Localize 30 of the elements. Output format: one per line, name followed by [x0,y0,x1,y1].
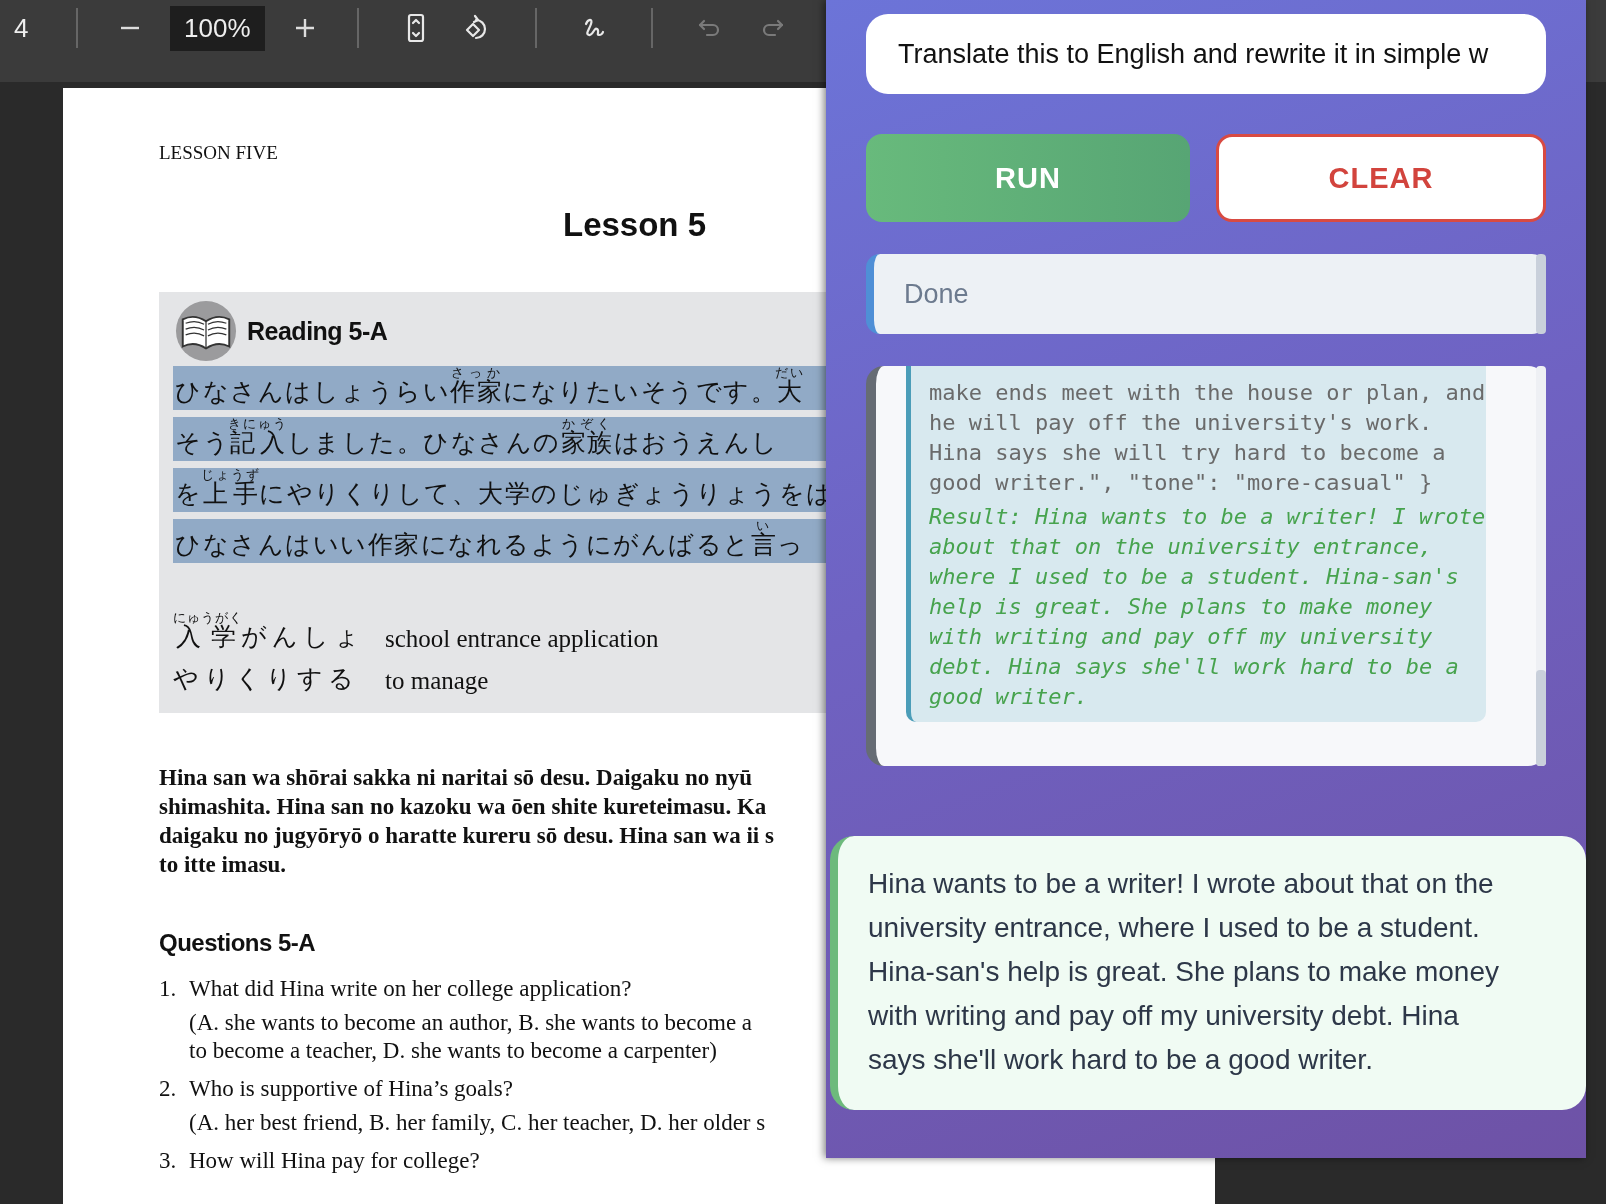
question-number: 2. [159,1075,178,1103]
answer-options-line: (A. her best friend, B. her family, C. her teacher, D. her older s [189,1109,766,1137]
running-head: LESSON FIVE [159,142,278,164]
questions-title: Questions 5-A [159,929,316,957]
question-text: What did Hina write on her college application? [189,975,632,1003]
page-number[interactable]: 4 [12,12,50,44]
answer-options-line: (A. she wants to become an author, B. she wants to become a [189,1009,753,1037]
question-text: Who is supportive of Hina’s goals? [189,1075,513,1103]
zoom-level[interactable]: 100% [170,5,265,51]
prompt-field[interactable]: Translate this to English and rewrite it in simple w [866,14,1546,94]
question-number: 3. [159,1147,178,1175]
reading-title: Reading 5-A [247,316,388,346]
scrollbar[interactable] [1536,254,1546,334]
clear-button[interactable]: CLEAR [1216,134,1546,222]
question-text: How will Hina pay for college? [189,1147,480,1175]
status-text: Done [903,278,969,310]
lesson-title: Lesson 5 [563,206,707,244]
vocabulary-meaning: school entrance application [385,625,659,653]
book-icon [175,300,237,362]
answer-options-line: to become a teacher, D. she wants to become a carpenter) [189,1037,717,1065]
scrollbar-thumb[interactable] [1536,670,1546,766]
answer-text: Hina wants to be a writer! I wrote about that on the university entrance, where I used to be a student. Hina-san's help is great. She plans to make money with writing and pay off my university debt. Hina says she'll work hard to be a good writer. [868,867,1500,1077]
romanization-line: Hina san wa shōrai sakka ni naritai sō desu. Daigaku no nyū [159,764,753,792]
romanization-line: shimashita. Hina san no kazoku wa ōen shite kureteimasu. Ka [159,793,767,821]
question-number: 1. [159,975,178,1003]
vocabulary-term: 入学 にゅうがく がんしょ [173,611,366,652]
vocabulary-term: やりくりする [173,664,360,694]
romanization-line: daigaku no jugyōryō o haratte kureru sō desu. Hina san wa ii s [159,822,774,850]
vocabulary-meaning: to manage [385,667,489,695]
romanization-line: to itte imasu. [159,851,287,879]
